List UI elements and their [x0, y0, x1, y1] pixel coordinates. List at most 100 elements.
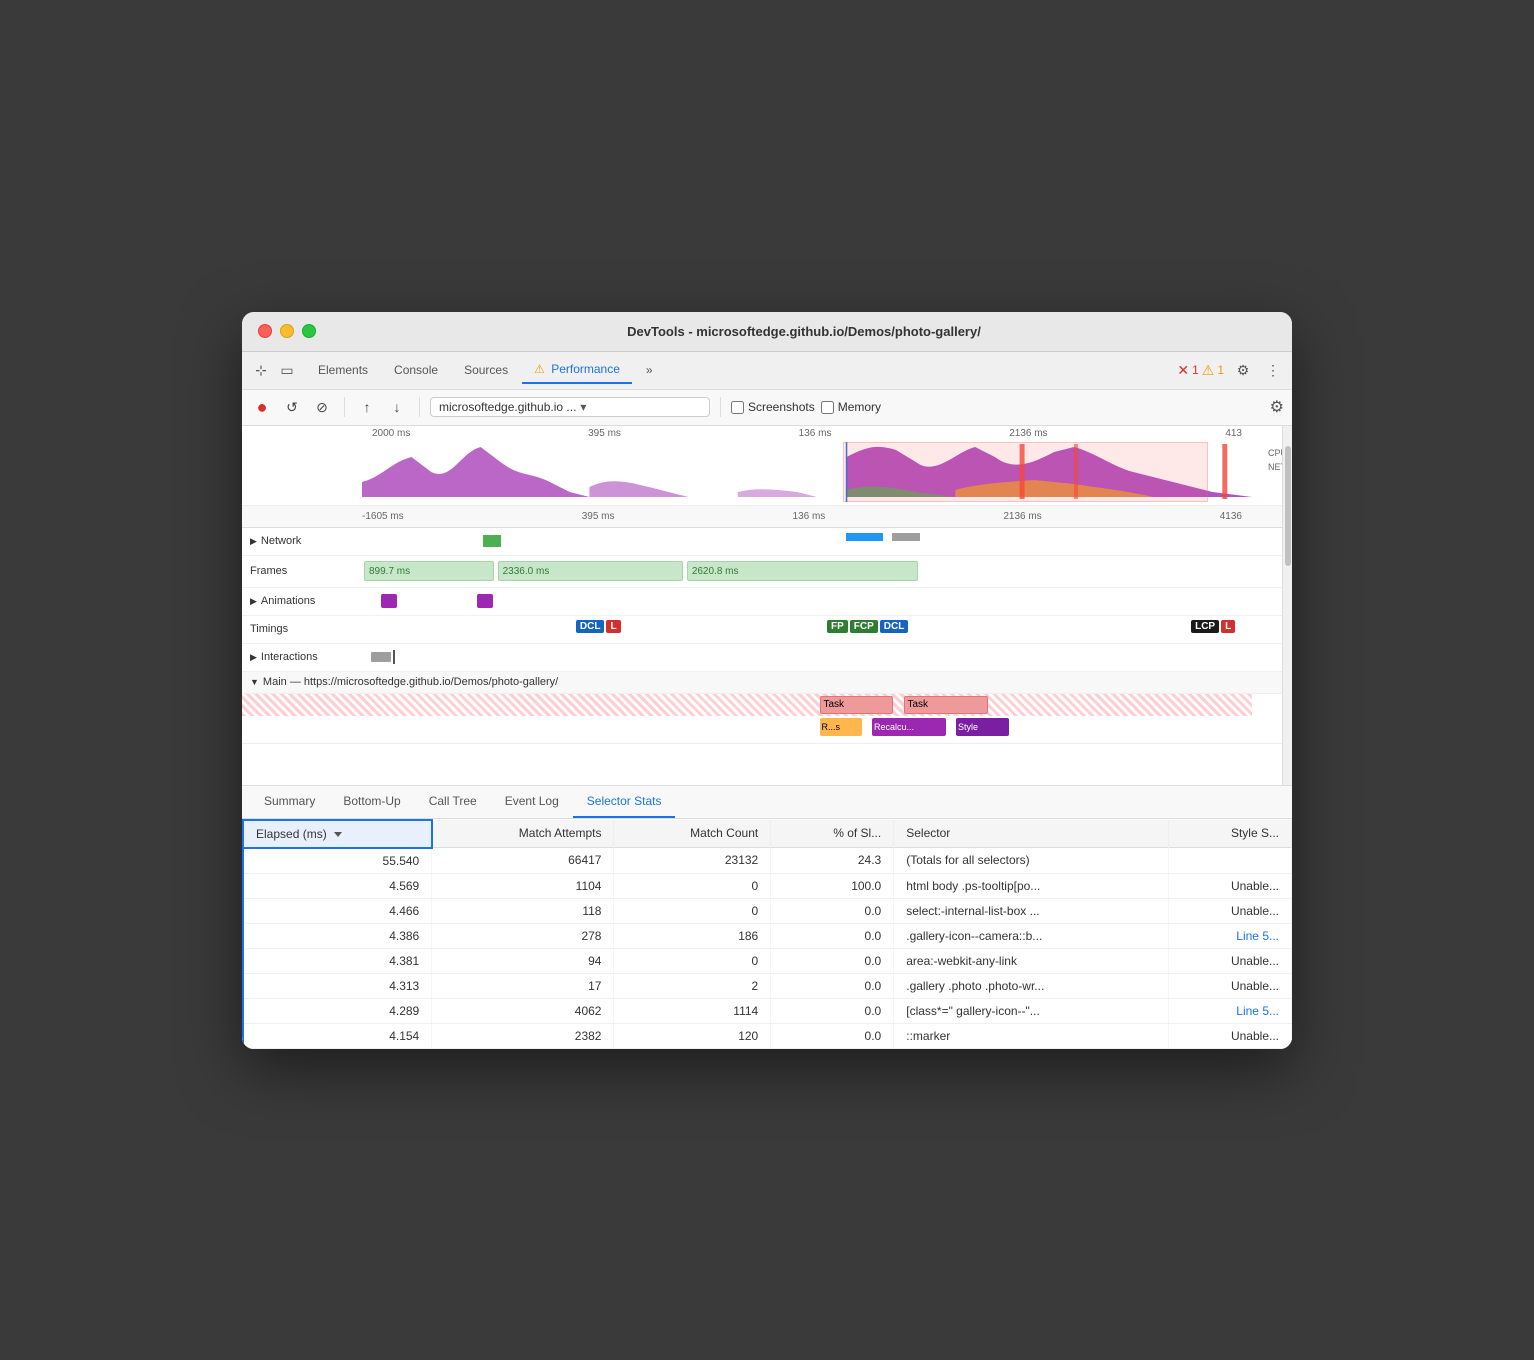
- cell-pct-2: 0.0: [771, 898, 894, 923]
- frames-data: 899.7 ms 2336.0 ms 2620.8 ms: [362, 556, 1292, 587]
- main-collapse-icon[interactable]: ▼: [250, 677, 259, 687]
- ruler-top: 2000 ms 395 ms 136 ms 2136 ms 413: [372, 428, 1242, 439]
- ruler-mark-5: 413: [1225, 428, 1242, 439]
- l-badge-1: L: [606, 620, 620, 633]
- cell-match-att-6: 4062: [432, 998, 614, 1023]
- ruler-bottom-3: 136 ms: [793, 511, 826, 522]
- settings-gear[interactable]: ⚙: [1270, 397, 1284, 417]
- cell-style-6[interactable]: Line 5...: [1168, 998, 1291, 1023]
- fp-badge: FP: [827, 620, 848, 633]
- cell-match-cnt-0: 23132: [614, 848, 771, 874]
- record-button[interactable]: ●: [250, 395, 274, 419]
- network-expand-icon[interactable]: ▶: [250, 536, 257, 547]
- cell-pct-0: 24.3: [771, 848, 894, 874]
- interaction-marker: [393, 650, 395, 664]
- inspect-icon[interactable]: ⊹: [250, 359, 272, 381]
- tab-bar: ⊹ ▭ Elements Console Sources ⚠ Performan…: [242, 352, 1292, 390]
- upload-button[interactable]: ↑: [355, 395, 379, 419]
- cell-match-cnt-4: 0: [614, 948, 771, 973]
- settings-icon[interactable]: ⚙: [1232, 359, 1254, 381]
- tab-summary[interactable]: Summary: [250, 786, 329, 818]
- devtools-container: ⊹ ▭ Elements Console Sources ⚠ Performan…: [242, 352, 1292, 1049]
- dcl-badge-2: DCL: [880, 620, 909, 633]
- col-style-s[interactable]: Style S...: [1168, 820, 1291, 848]
- interactions-label: ▶ Interactions: [242, 651, 362, 663]
- tab-event-log[interactable]: Event Log: [491, 786, 573, 818]
- ruler-bottom: -1605 ms 395 ms 136 ms 2136 ms 4136: [242, 506, 1292, 528]
- col-selector: Selector: [894, 820, 1169, 848]
- cell-match-att-0: 66417: [432, 848, 614, 874]
- net-bar-1: [483, 535, 502, 547]
- tab-sources[interactable]: Sources: [452, 357, 520, 383]
- interaction-bar: [371, 652, 391, 662]
- separator-1: [344, 397, 345, 417]
- timings-label-text: Timings: [250, 623, 288, 635]
- table-row: 4.313 17 2 0.0 .gallery .photo .photo-wr…: [243, 973, 1292, 998]
- timings-row: Timings DCL L FP FCP DCL LCP L: [242, 616, 1292, 644]
- timing-group-3: LCP L: [1191, 620, 1236, 633]
- tab-call-tree[interactable]: Call Tree: [415, 786, 491, 818]
- error-icon: ✕: [1177, 362, 1189, 379]
- col-match-attempts[interactable]: Match Attempts: [432, 820, 614, 848]
- frame-1-label: 899.7 ms: [369, 566, 410, 577]
- animations-row: ▶ Animations: [242, 588, 1292, 616]
- url-field[interactable]: microsoftedge.github.io ... ▾: [430, 397, 710, 417]
- separator-3: [720, 397, 721, 417]
- refresh-button[interactable]: ↺: [280, 395, 304, 419]
- cell-pct-5: 0.0: [771, 973, 894, 998]
- memory-checkbox-group: Memory: [821, 400, 881, 414]
- cell-elapsed-3: 4.386: [243, 923, 432, 948]
- col-elapsed[interactable]: Elapsed (ms): [243, 820, 432, 848]
- clear-button[interactable]: ⊘: [310, 395, 334, 419]
- screenshots-checkbox[interactable]: [731, 401, 744, 414]
- interactions-expand-icon[interactable]: ▶: [250, 652, 257, 663]
- frames-label-text: Frames: [250, 565, 287, 577]
- timeline-scrollbar[interactable]: [1282, 426, 1292, 785]
- ruler-mark-4: 2136 ms: [1009, 428, 1047, 439]
- memory-checkbox[interactable]: [821, 401, 834, 414]
- download-button[interactable]: ↓: [385, 395, 409, 419]
- cell-match-att-2: 118: [432, 898, 614, 923]
- cell-style-7: Unable...: [1168, 1023, 1291, 1048]
- table-row: 55.540 66417 23132 24.3 (Totals for all …: [243, 848, 1292, 874]
- device-toolbar-icon[interactable]: ▭: [276, 359, 298, 381]
- error-count: 1: [1192, 363, 1199, 377]
- interactions-data: [362, 644, 1292, 671]
- sub-task-2: Recalcu...: [872, 718, 946, 736]
- animations-data: [362, 588, 1292, 615]
- bottom-tabs: Summary Bottom-Up Call Tree Event Log Se…: [242, 786, 1292, 819]
- cpu-svg: [362, 442, 1252, 502]
- tab-selector-stats[interactable]: Selector Stats: [573, 786, 676, 818]
- table-row: 4.569 1104 0 100.0 html body .ps-tooltip…: [243, 873, 1292, 898]
- url-text: microsoftedge.github.io ...: [439, 400, 576, 414]
- close-button[interactable]: [258, 324, 272, 338]
- animations-expand-icon[interactable]: ▶: [250, 596, 257, 607]
- more-options-icon[interactable]: ⋮: [1262, 359, 1284, 381]
- titlebar: DevTools - microsoftedge.github.io/Demos…: [242, 312, 1292, 352]
- frame-bar-3: 2620.8 ms: [687, 561, 919, 581]
- cell-elapsed-2: 4.466: [243, 898, 432, 923]
- cell-style-0: [1168, 848, 1291, 874]
- error-badge: ✕ 1 ⚠ 1: [1177, 362, 1224, 379]
- dcl-badge-1: DCL: [576, 620, 605, 633]
- tab-bottom-up[interactable]: Bottom-Up: [329, 786, 414, 818]
- cell-elapsed-5: 4.313: [243, 973, 432, 998]
- cell-elapsed-6: 4.289: [243, 998, 432, 1023]
- col-selector-label: Selector: [906, 826, 950, 840]
- performance-warning-icon: ⚠: [534, 362, 545, 376]
- cell-pct-6: 0.0: [771, 998, 894, 1023]
- toolbar: ● ↺ ⊘ ↑ ↓ microsoftedge.github.io ... ▾ …: [242, 390, 1292, 426]
- net-bar-2: [846, 533, 883, 541]
- col-pct[interactable]: % of Sl...: [771, 820, 894, 848]
- tab-performance[interactable]: ⚠ Performance: [522, 356, 632, 384]
- memory-label: Memory: [838, 400, 881, 414]
- tab-console[interactable]: Console: [382, 357, 450, 383]
- cell-pct-1: 100.0: [771, 873, 894, 898]
- col-match-count[interactable]: Match Count: [614, 820, 771, 848]
- network-row: ▶ Network: [242, 528, 1292, 556]
- maximize-button[interactable]: [302, 324, 316, 338]
- cell-style-3[interactable]: Line 5...: [1168, 923, 1291, 948]
- minimize-button[interactable]: [280, 324, 294, 338]
- tab-elements[interactable]: Elements: [306, 357, 380, 383]
- tab-more[interactable]: »: [634, 357, 665, 383]
